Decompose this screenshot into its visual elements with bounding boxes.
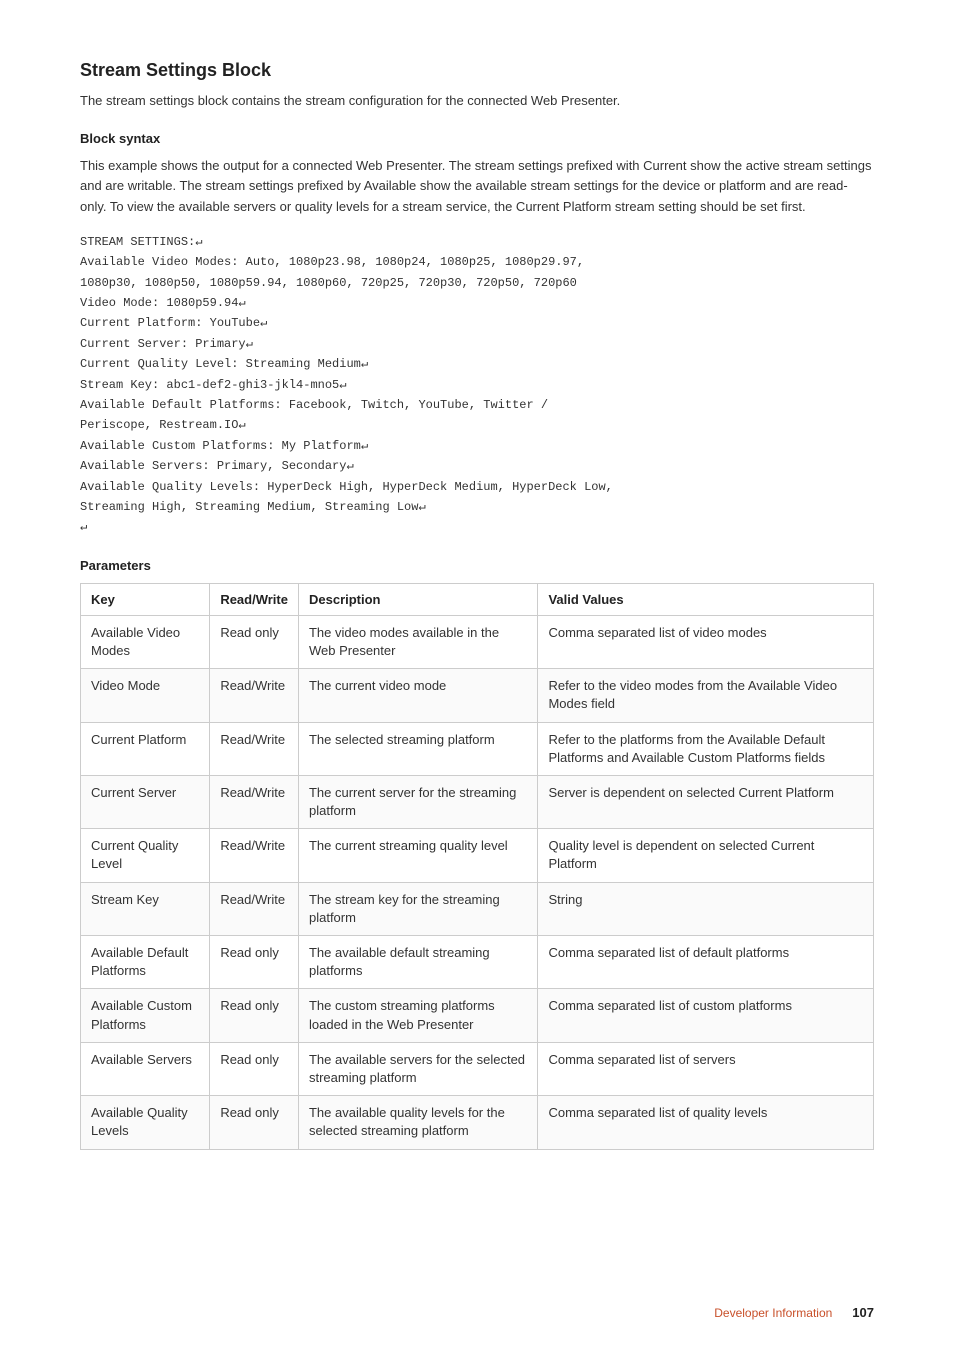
table-cell: Stream Key [81,882,210,935]
table-cell: Comma separated list of custom platforms [538,989,874,1042]
table-cell: Current Quality Level [81,829,210,882]
block-description: This example shows the output for a conn… [80,156,874,218]
table-cell: The current streaming quality level [298,829,537,882]
table-row: Available Default PlatformsRead onlyThe … [81,936,874,989]
table-cell: Available Custom Platforms [81,989,210,1042]
table-header: Valid Values [538,583,874,615]
parameters-table: KeyRead/WriteDescriptionValid Values Ava… [80,583,874,1150]
table-header: Read/Write [210,583,299,615]
developer-information-link[interactable]: Developer Information [714,1306,832,1320]
table-cell: Quality level is dependent on selected C… [538,829,874,882]
table-cell: The current video mode [298,669,537,722]
table-row: Current PlatformRead/WriteThe selected s… [81,722,874,775]
table-cell: Comma separated list of video modes [538,615,874,668]
table-cell: Refer to the video modes from the Availa… [538,669,874,722]
table-row: Video ModeRead/WriteThe current video mo… [81,669,874,722]
table-cell: The custom streaming platforms loaded in… [298,989,537,1042]
table-cell: Available Servers [81,1042,210,1095]
table-cell: The current server for the streaming pla… [298,775,537,828]
table-cell: Video Mode [81,669,210,722]
table-header: Key [81,583,210,615]
table-row: Stream KeyRead/WriteThe stream key for t… [81,882,874,935]
table-cell: The video modes available in the Web Pre… [298,615,537,668]
table-cell: Read/Write [210,882,299,935]
table-cell: Read/Write [210,775,299,828]
block-syntax-heading: Block syntax [80,131,874,146]
code-block: STREAM SETTINGS:↵ Available Video Modes:… [80,232,874,538]
table-cell: The available servers for the selected s… [298,1042,537,1095]
table-cell: Read only [210,1096,299,1149]
parameters-heading: Parameters [80,558,874,573]
table-header: Description [298,583,537,615]
table-cell: Read only [210,936,299,989]
table-cell: Comma separated list of default platform… [538,936,874,989]
table-row: Available Video ModesRead onlyThe video … [81,615,874,668]
table-cell: The selected streaming platform [298,722,537,775]
table-cell: Available Video Modes [81,615,210,668]
table-row: Current ServerRead/WriteThe current serv… [81,775,874,828]
footer: Developer Information 107 [714,1305,874,1320]
table-cell: Comma separated list of quality levels [538,1096,874,1149]
table-cell: Read only [210,615,299,668]
table-row: Current Quality LevelRead/WriteThe curre… [81,829,874,882]
table-cell: The available quality levels for the sel… [298,1096,537,1149]
table-cell: Refer to the platforms from the Availabl… [538,722,874,775]
table-cell: Read/Write [210,722,299,775]
page-title: Stream Settings Block [80,60,874,81]
table-row: Available ServersRead onlyThe available … [81,1042,874,1095]
table-cell: String [538,882,874,935]
table-cell: Comma separated list of servers [538,1042,874,1095]
table-cell: Available Default Platforms [81,936,210,989]
page-content: Stream Settings Block The stream setting… [0,0,954,1230]
table-cell: Read/Write [210,669,299,722]
table-cell: Read only [210,989,299,1042]
table-cell: Read/Write [210,829,299,882]
page-number: 107 [852,1305,874,1320]
table-cell: The stream key for the streaming platfor… [298,882,537,935]
intro-text: The stream settings block contains the s… [80,91,874,111]
table-row: Available Custom PlatformsRead onlyThe c… [81,989,874,1042]
table-cell: Current Platform [81,722,210,775]
table-cell: The available default streaming platform… [298,936,537,989]
table-cell: Available Quality Levels [81,1096,210,1149]
table-cell: Current Server [81,775,210,828]
table-cell: Read only [210,1042,299,1095]
table-row: Available Quality LevelsRead onlyThe ava… [81,1096,874,1149]
table-cell: Server is dependent on selected Current … [538,775,874,828]
